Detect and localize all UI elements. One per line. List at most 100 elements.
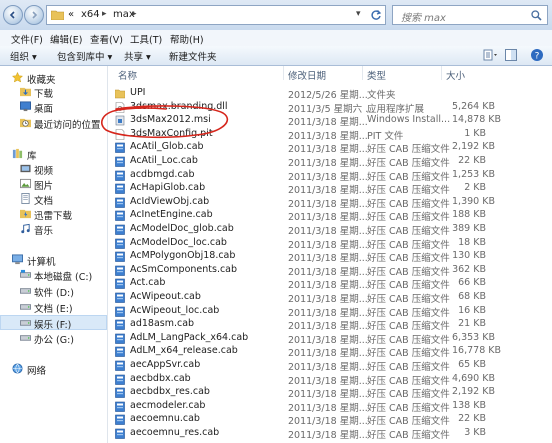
address-dropdown-icon[interactable]: ▾ — [356, 9, 361, 19]
nav-desktop[interactable]: 桌面 — [0, 101, 107, 115]
nav-videos[interactable]: 视频 — [0, 163, 107, 177]
file-row[interactable]: 3dsMaxConfig.pit 2011/3/18 星期... PIT 文件 1 K… — [108, 128, 552, 142]
help-icon[interactable]: ? — [530, 48, 544, 62]
menu-edit[interactable]: 编辑(E) — [50, 32, 82, 46]
file-row[interactable]: acdbmgd.cab 2011/3/18 星期... 好压 CAB 压缩文件 1,2… — [108, 169, 552, 183]
file-date: 2011/3/18 星期... — [288, 158, 368, 169]
file-date: 2011/3/18 星期... — [288, 253, 368, 265]
file-size: 138 KB — [452, 399, 486, 411]
column-header-size[interactable]: 大小 — [446, 68, 465, 82]
cab-archive-icon — [115, 279, 125, 290]
breadcrumb-x64[interactable]: x64 — [81, 9, 100, 20]
file-row[interactable]: AcModelDoc_glob.cab 2011/3/18 星期... 好压 CAB… — [108, 223, 552, 237]
nav-drive-d[interactable]: 软件 (D:) — [0, 285, 107, 299]
file-name: AcWipeout_loc.cab — [130, 304, 220, 316]
file-row[interactable]: AdLM_x64_release.cab 2011/3/18 星期... 好压 CA… — [108, 345, 552, 359]
breadcrumb-separator-icon[interactable]: ▸ — [102, 9, 107, 19]
menu-view[interactable]: 查看(V) — [90, 32, 123, 46]
file-row[interactable]: ad18asm.cab 2011/3/18 星期... 好压 CAB 压缩文件 21 … — [108, 318, 552, 332]
file-row[interactable]: aecbdbx_res.cab 2011/3/18 星期... 好压 CAB 压缩文… — [108, 386, 552, 400]
file-type: Windows Install... — [367, 114, 451, 126]
file-row[interactable]: aecoemnu.cab 2011/3/18 星期... 好压 CAB 压缩文件 22… — [108, 413, 552, 427]
file-date: 2011/3/18 星期... — [288, 171, 368, 183]
column-divider[interactable] — [283, 66, 284, 80]
file-size: 1 KB — [464, 127, 486, 139]
file-name: Act.cab — [130, 277, 166, 289]
include-in-library-button[interactable]: 包含到库中 ▾ — [57, 49, 112, 63]
nav-libraries[interactable]: 库 — [0, 148, 107, 162]
file-date: 2011/3/18 星期... — [288, 402, 368, 414]
nav-drive-c[interactable]: 本地磁盘 (C:) — [0, 269, 107, 283]
address-bar[interactable]: « x64 ▸ max ▸ ▾ — [46, 5, 386, 25]
file-row[interactable]: AdLM_LangPack_x64.cab 2011/3/18 星期... 好压 C… — [108, 332, 552, 346]
file-row[interactable]: AcIdViewObj.cab 2011/3/18 星期... 好压 CAB 压缩文… — [108, 196, 552, 210]
nav-label: 图片 — [34, 181, 54, 192]
file-name: 3dsmax.branding.dll — [130, 100, 228, 112]
nav-downloads[interactable]: 下载 — [0, 86, 107, 100]
cab-archive-icon — [115, 319, 125, 330]
drive-icon — [20, 288, 31, 294]
file-type: 好压 CAB 压缩文件 — [367, 253, 450, 265]
computer-icon — [12, 254, 23, 265]
file-row[interactable]: AcSmComponents.cab 2011/3/18 星期... 好压 CAB … — [108, 264, 552, 278]
nav-favorites[interactable]: 收藏夹 — [0, 72, 107, 86]
file-name: AcModelDoc_loc.cab — [130, 236, 227, 248]
preview-pane-icon[interactable] — [505, 49, 517, 61]
forward-button[interactable] — [24, 5, 44, 25]
refresh-icon[interactable] — [370, 9, 382, 21]
file-row[interactable]: AcAtil_Loc.cab 2011/3/18 星期... 好压 CAB 压缩文件… — [108, 155, 552, 169]
file-row[interactable]: AcHapiGlob.cab 2011/3/18 星期... 好压 CAB 压缩文件… — [108, 182, 552, 196]
file-date: 2011/3/18 星期... — [288, 117, 368, 129]
nav-documents[interactable]: 文档 — [0, 193, 107, 207]
nav-label: 桌面 — [34, 104, 54, 115]
nav-pictures[interactable]: 图片 — [0, 178, 107, 192]
file-row[interactable]: Act.cab 2011/3/18 星期... 好压 CAB 压缩文件 66 KB — [108, 277, 552, 291]
column-header-date[interactable]: 修改日期 — [288, 68, 326, 82]
column-header-name[interactable]: 名称 — [118, 68, 137, 82]
nav-drive-e[interactable]: 文档 (E:) — [0, 301, 107, 315]
share-button[interactable]: 共享 ▾ — [124, 49, 151, 63]
nav-network[interactable]: 网络 — [0, 363, 107, 377]
file-row[interactable]: AcWipeout.cab 2011/3/18 星期... 好压 CAB 压缩文件 6… — [108, 291, 552, 305]
file-row[interactable]: aecmodeler.cab 2011/3/18 星期... 好压 CAB 压缩文件… — [108, 400, 552, 414]
cab-archive-icon — [115, 387, 125, 398]
view-options-icon[interactable] — [483, 49, 497, 61]
organize-button[interactable]: 组织 ▾ — [10, 49, 37, 63]
menu-help[interactable]: 帮助(H) — [170, 32, 204, 46]
file-name: AcModelDoc_glob.cab — [130, 223, 234, 234]
file-row[interactable]: aecbdbx.cab 2011/3/18 星期... 好压 CAB 压缩文件 4,6… — [108, 373, 552, 387]
nav-thunder-downloads[interactable]: 迅雷下载 — [0, 208, 107, 222]
file-row[interactable]: aecAppSvr.cab 2011/3/18 星期... 好压 CAB 压缩文件 6… — [108, 359, 552, 373]
search-box[interactable]: 搜索 max — [392, 5, 548, 25]
cab-archive-icon — [115, 170, 125, 181]
file-size: 65 KB — [458, 359, 486, 370]
file-row[interactable]: aecoemnu_res.cab 2011/3/18 星期... 好压 CAB 压缩… — [108, 427, 552, 441]
file-row[interactable]: 3dsmax.branding.dll 2011/3/5 星期六 ... 应用程序扩… — [108, 101, 552, 115]
file-row[interactable]: AcModelDoc_loc.cab 2011/3/18 星期... 好压 CAB … — [108, 237, 552, 251]
breadcrumb-overflow[interactable]: « — [68, 9, 74, 20]
file-type: 好压 CAB 压缩文件 — [367, 334, 450, 346]
file-date: 2012/5/26 星期... — [288, 90, 368, 101]
file-row[interactable]: UPI 2012/5/26 星期... 文件夹 — [108, 87, 552, 101]
file-row[interactable]: AcWipeout_loc.cab 2011/3/18 星期... 好压 CAB 压… — [108, 305, 552, 319]
file-date: 2011/3/18 星期... — [288, 144, 368, 156]
nav-recent-places[interactable]: 最近访问的位置 — [0, 117, 107, 131]
column-divider[interactable] — [362, 66, 363, 80]
column-divider[interactable] — [441, 66, 442, 80]
column-header-type[interactable]: 类型 — [367, 68, 386, 82]
new-folder-button[interactable]: 新建文件夹 — [169, 49, 217, 63]
file-row[interactable]: AcMPolygonObj18.cab 2011/3/18 星期... 好压 CAB… — [108, 250, 552, 264]
breadcrumb-separator-icon[interactable]: ▸ — [132, 9, 137, 19]
menu-file[interactable]: 文件(F) — [11, 32, 43, 46]
back-button[interactable] — [3, 5, 23, 25]
navigation-pane: 收藏夹 下载 桌面 最近访问的位置 库 视频 图片 文档 迅雷下载 音乐 计算机 — [0, 66, 108, 443]
search-icon[interactable] — [531, 10, 542, 21]
menu-tools[interactable]: 工具(T) — [130, 32, 162, 46]
file-row[interactable]: AcInetEngine.cab 2011/3/18 星期... 好压 CAB 压缩… — [108, 209, 552, 223]
file-row[interactable]: AcAtil_Glob.cab 2011/3/18 星期... 好压 CAB 压缩文… — [108, 141, 552, 155]
nav-drive-g[interactable]: 办公 (G:) — [0, 332, 107, 346]
nav-drive-f[interactable]: 娱乐 (F:) — [0, 315, 107, 331]
file-row[interactable]: 3dsMax2012.msi 2011/3/18 星期... Windows Ins… — [108, 114, 552, 128]
nav-music[interactable]: 音乐 — [0, 223, 107, 237]
nav-computer[interactable]: 计算机 — [0, 254, 107, 268]
